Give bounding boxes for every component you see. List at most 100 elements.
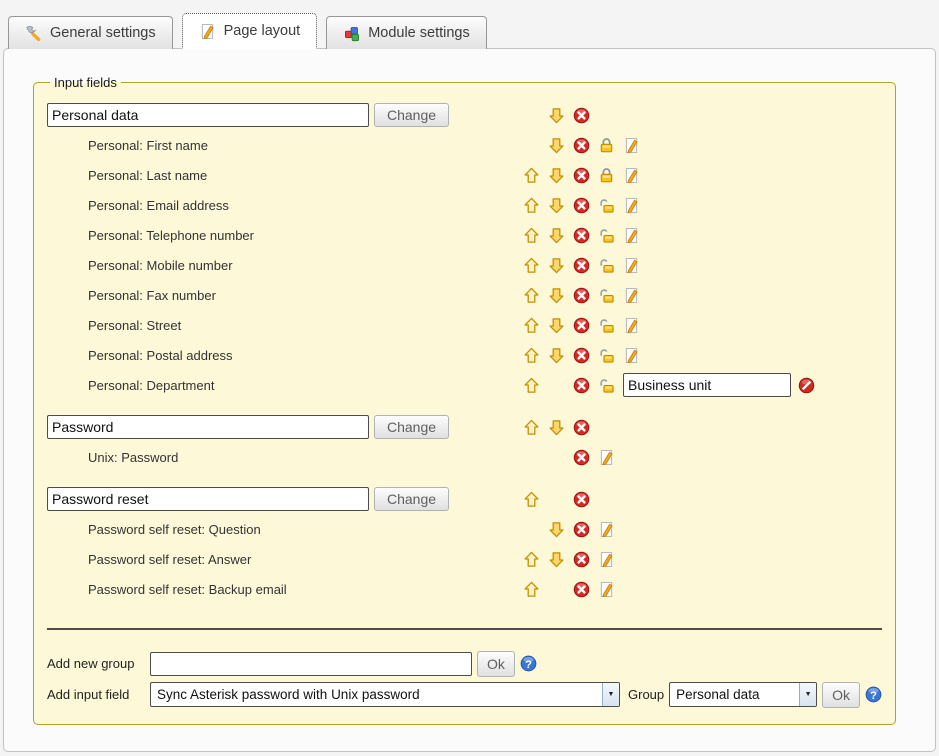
up-arrow-icon[interactable] [523, 377, 540, 394]
icon-cell [523, 347, 548, 364]
delete-icon[interactable] [573, 551, 590, 568]
down-arrow-icon[interactable] [548, 227, 565, 244]
down-arrow-icon[interactable] [548, 197, 565, 214]
svg-text:?: ? [525, 659, 532, 671]
help-icon[interactable]: ? [520, 655, 537, 672]
group-select[interactable]: Personal data ▼ [669, 682, 817, 707]
up-arrow-icon[interactable] [523, 257, 540, 274]
delete-icon[interactable] [573, 419, 590, 436]
lock-open-icon[interactable] [598, 197, 615, 214]
delete-icon[interactable] [573, 491, 590, 508]
delete-icon[interactable] [573, 167, 590, 184]
down-arrow-icon[interactable] [548, 287, 565, 304]
department-text-input[interactable] [623, 373, 791, 397]
down-arrow-icon[interactable] [548, 257, 565, 274]
edit-icon[interactable] [623, 317, 640, 334]
delete-icon[interactable] [573, 377, 590, 394]
up-arrow-icon[interactable] [523, 197, 540, 214]
input-field-select[interactable]: Sync Asterisk password with Unix passwor… [150, 682, 620, 707]
down-arrow-icon[interactable] [548, 137, 565, 154]
up-arrow-icon[interactable] [523, 491, 540, 508]
delete-icon[interactable] [573, 521, 590, 538]
field-label: Personal: Email address [47, 198, 523, 213]
edit-icon[interactable] [623, 137, 640, 154]
icon-cell [623, 227, 648, 244]
down-arrow-icon[interactable] [548, 521, 565, 538]
down-arrow-icon[interactable] [548, 107, 565, 124]
group-header-row: Change [47, 484, 882, 514]
lock-open-icon[interactable] [598, 317, 615, 334]
group-name-area: Change [47, 415, 523, 439]
tab-page-layout[interactable]: Page layout [182, 13, 318, 49]
delete-icon[interactable] [573, 347, 590, 364]
lock-open-icon[interactable] [598, 377, 615, 394]
edit-icon[interactable] [623, 347, 640, 364]
group-name-input[interactable] [47, 487, 369, 511]
delete-icon[interactable] [573, 287, 590, 304]
down-arrow-icon[interactable] [548, 419, 565, 436]
lock-open-icon[interactable] [598, 347, 615, 364]
icon-cell [623, 287, 648, 304]
up-arrow-icon[interactable] [523, 419, 540, 436]
icon-cell [548, 227, 573, 244]
up-arrow-icon[interactable] [523, 287, 540, 304]
field-row: Unix: Password [47, 442, 882, 472]
icon-cell [623, 197, 648, 214]
field-label: Personal: Street [47, 318, 523, 333]
delete-icon[interactable] [573, 317, 590, 334]
add-group-label: Add new group [47, 656, 145, 671]
help-icon[interactable]: ? [865, 686, 882, 703]
edit-icon[interactable] [598, 551, 615, 568]
icon-cell [548, 419, 573, 436]
icon-cell [548, 197, 573, 214]
down-arrow-icon[interactable] [548, 347, 565, 364]
icon-cell [573, 197, 598, 214]
down-arrow-icon[interactable] [548, 167, 565, 184]
icon-cell [523, 317, 548, 334]
icon-cell [548, 317, 573, 334]
delete-icon[interactable] [573, 581, 590, 598]
up-arrow-icon[interactable] [523, 227, 540, 244]
edit-icon[interactable] [598, 521, 615, 538]
change-group-button[interactable]: Change [374, 103, 449, 127]
edit-icon[interactable] [623, 197, 640, 214]
tab-bar: General settings Page layout Module sett… [0, 0, 939, 48]
delete-icon[interactable] [573, 137, 590, 154]
lock-open-icon[interactable] [598, 227, 615, 244]
edit-icon[interactable] [623, 167, 640, 184]
lock-closed-icon[interactable] [598, 137, 615, 154]
edit-icon[interactable] [623, 227, 640, 244]
delete-icon[interactable] [573, 227, 590, 244]
group-name-input[interactable] [47, 415, 369, 439]
edit-icon[interactable] [623, 287, 640, 304]
down-arrow-icon[interactable] [548, 317, 565, 334]
up-arrow-icon[interactable] [523, 581, 540, 598]
delete-icon[interactable] [573, 197, 590, 214]
delete-icon[interactable] [573, 107, 590, 124]
edit-icon[interactable] [623, 257, 640, 274]
up-arrow-icon[interactable] [523, 317, 540, 334]
up-arrow-icon[interactable] [523, 551, 540, 568]
icon-cell [598, 227, 623, 244]
delete-icon[interactable] [573, 257, 590, 274]
lock-open-icon[interactable] [598, 287, 615, 304]
edit-icon[interactable] [598, 449, 615, 466]
up-arrow-icon[interactable] [523, 167, 540, 184]
lock-closed-icon[interactable] [598, 167, 615, 184]
tab-module-settings[interactable]: Module settings [326, 16, 487, 49]
change-group-button[interactable]: Change [374, 415, 449, 439]
icon-cell [573, 491, 598, 508]
blocked-icon[interactable] [798, 377, 815, 394]
add-group-input[interactable] [150, 652, 472, 676]
edit-icon[interactable] [598, 581, 615, 598]
down-arrow-icon[interactable] [548, 551, 565, 568]
delete-icon[interactable] [573, 449, 590, 466]
group-name-input[interactable] [47, 103, 369, 127]
add-field-ok-button[interactable]: Ok [822, 682, 860, 708]
up-arrow-icon[interactable] [523, 347, 540, 364]
change-group-button[interactable]: Change [374, 487, 449, 511]
tab-general-settings[interactable]: General settings [8, 16, 173, 49]
lock-open-icon[interactable] [598, 257, 615, 274]
icon-cell [623, 167, 648, 184]
add-group-ok-button[interactable]: Ok [477, 651, 515, 677]
